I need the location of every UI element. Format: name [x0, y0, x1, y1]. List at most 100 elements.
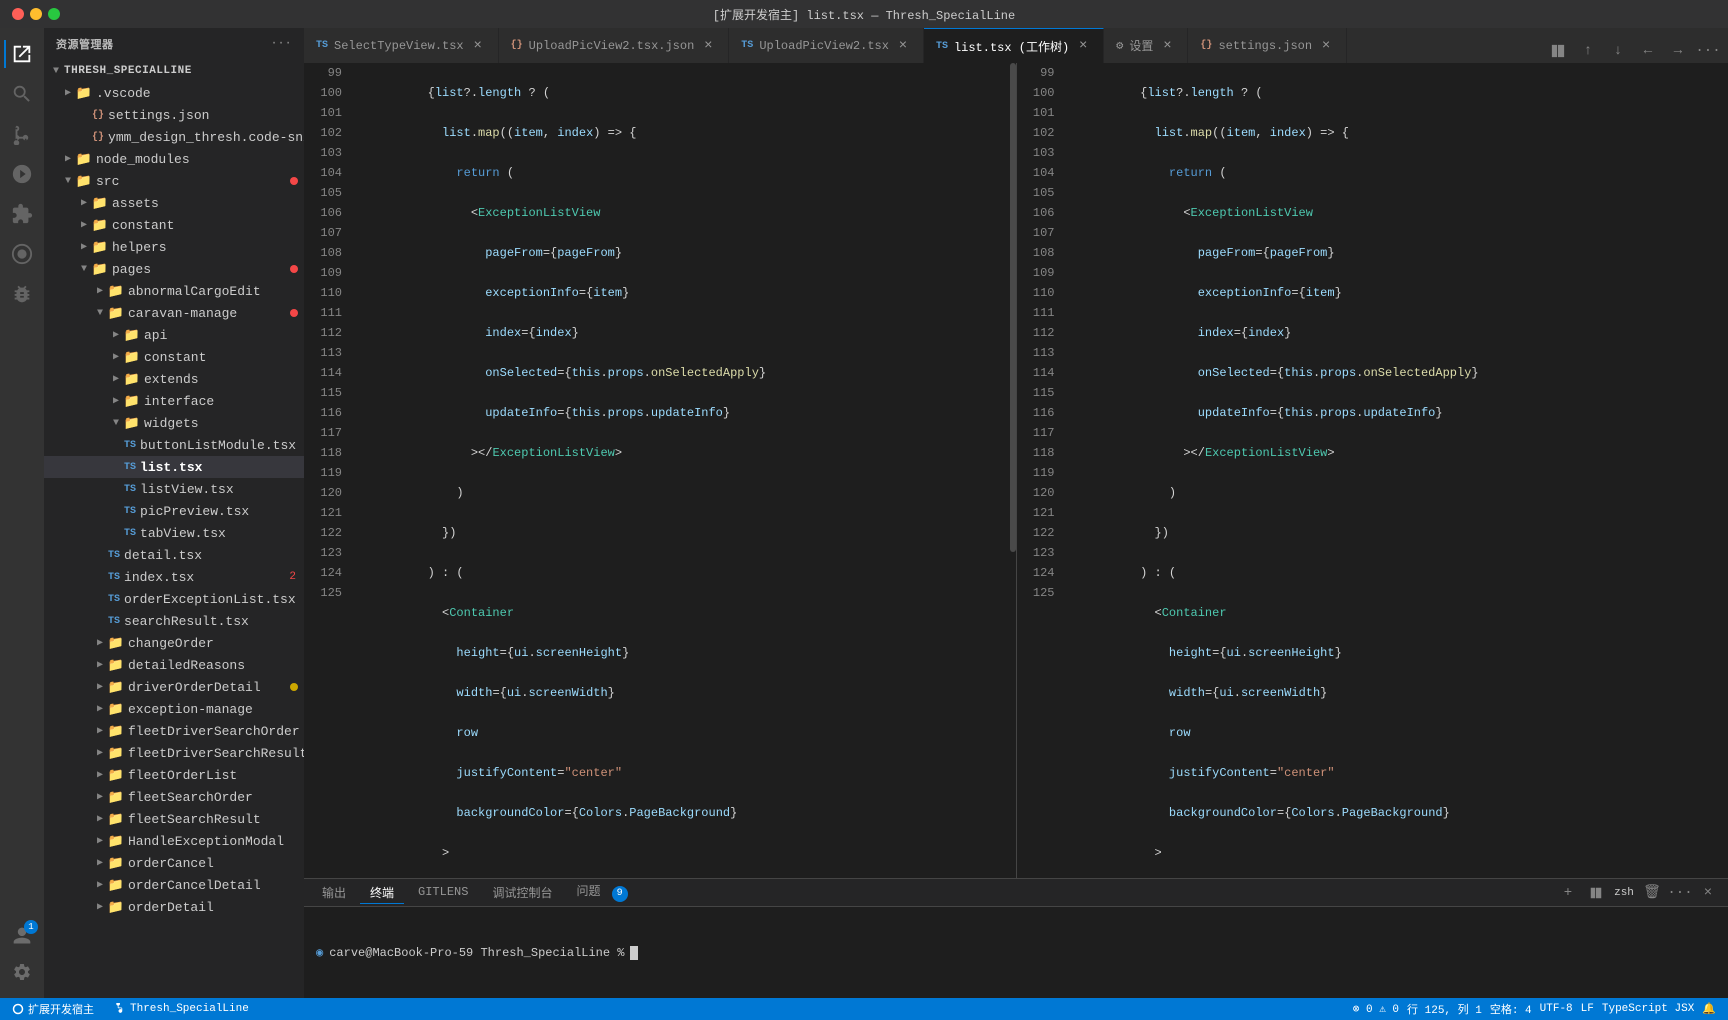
- sidebar-item-abnormal-cargo[interactable]: ▶ 📁 abnormalCargoEdit: [44, 280, 304, 302]
- activity-icon-explorer[interactable]: [4, 36, 40, 72]
- status-spaces[interactable]: 空格: 4: [1486, 998, 1536, 1020]
- sidebar-item-order-exception[interactable]: TS orderExceptionList.tsx: [44, 588, 304, 610]
- terminal-more-button[interactable]: ···: [1668, 881, 1692, 905]
- new-terminal-button[interactable]: +: [1556, 881, 1580, 905]
- status-errors[interactable]: ⊗ 0 ⚠ 0: [1349, 998, 1403, 1020]
- go-back-button[interactable]: ←: [1636, 39, 1660, 63]
- sidebar-item-src[interactable]: ▼ 📁 src: [44, 170, 304, 192]
- minimize-button[interactable]: [30, 8, 42, 20]
- split-editor-button[interactable]: [1546, 39, 1570, 63]
- fleet-driver-search-order-label: fleetDriverSearchOrder: [128, 724, 304, 739]
- editor-scrollbar-right[interactable]: [1720, 63, 1728, 878]
- sidebar-item-search-result[interactable]: TS searchResult.tsx: [44, 610, 304, 632]
- tab-close-settings-json[interactable]: ×: [1318, 38, 1334, 54]
- tab-settings-json[interactable]: {} settings.json ×: [1188, 28, 1347, 63]
- sidebar-item-list-tsx[interactable]: TS list.tsx: [44, 456, 304, 478]
- sidebar-content[interactable]: ▼ THRESH_SPECIALLINE ▶ 📁 .vscode {} sett…: [44, 60, 304, 998]
- tab-upload-pic-view[interactable]: TS UploadPicView2.tsx ×: [729, 28, 924, 63]
- nav-up-button[interactable]: ↑: [1576, 39, 1600, 63]
- go-forward-button[interactable]: →: [1666, 39, 1690, 63]
- code-area-right[interactable]: 99 100 101 102 103 104 105 106 107 108 1…: [1017, 63, 1728, 878]
- tab-settings[interactable]: ⚙ 设置 ×: [1104, 28, 1188, 63]
- sidebar-item-fleet-driver-search-result[interactable]: ▶ 📁 fleetDriverSearchResult: [44, 742, 304, 764]
- sidebar-item-api[interactable]: ▶ 📁 api: [44, 324, 304, 346]
- editor-scrollbar-left[interactable]: [1008, 63, 1016, 878]
- activity-icon-source-control[interactable]: [4, 116, 40, 152]
- nav-down-button[interactable]: ↓: [1606, 39, 1630, 63]
- activity-icon-extensions[interactable]: [4, 196, 40, 232]
- sidebar-header-actions[interactable]: ···: [271, 38, 292, 50]
- sidebar-item-pages[interactable]: ▼ 📁 pages: [44, 258, 304, 280]
- status-language[interactable]: TypeScript JSX: [1598, 998, 1698, 1020]
- terminal-split-button[interactable]: [1584, 881, 1608, 905]
- terminal-close-panel-button[interactable]: ×: [1696, 881, 1720, 905]
- tab-list-tsx[interactable]: TS list.tsx (工作树) ×: [924, 28, 1104, 63]
- more-actions-button[interactable]: ···: [1696, 39, 1720, 63]
- sidebar-item-caravan-manage[interactable]: ▼ 📁 caravan-manage: [44, 302, 304, 324]
- tab-close-upload-view[interactable]: ×: [895, 38, 911, 54]
- terminal-trash-button[interactable]: 🗑: [1640, 881, 1664, 905]
- sidebar-item-pic-preview[interactable]: TS picPreview.tsx: [44, 500, 304, 522]
- sidebar-item-handle-exception-modal[interactable]: ▶ 📁 HandleExceptionModal: [44, 830, 304, 852]
- maximize-button[interactable]: [48, 8, 60, 20]
- activity-icon-remote[interactable]: [4, 236, 40, 272]
- sidebar-item-settings-json[interactable]: {} settings.json: [44, 104, 304, 126]
- sidebar-item-order-detail[interactable]: ▶ 📁 orderDetail: [44, 896, 304, 918]
- sidebar-item-interface[interactable]: ▶ 📁 interface: [44, 390, 304, 412]
- sidebar-item-fleet-search-result[interactable]: ▶ 📁 fleetSearchResult: [44, 808, 304, 830]
- tab-close-settings[interactable]: ×: [1159, 38, 1175, 54]
- status-feedback[interactable]: 🔔: [1698, 998, 1720, 1020]
- activity-icon-settings[interactable]: [4, 954, 40, 990]
- editor-pane-left: 99 100 101 102 103 104 105 106 107 108 1…: [304, 63, 1016, 878]
- sidebar-item-detailed-reasons[interactable]: ▶ 📁 detailedReasons: [44, 654, 304, 676]
- tab-close-list[interactable]: ×: [1075, 38, 1091, 54]
- tab-select-type-view[interactable]: TS SelectTypeView.tsx ×: [304, 28, 499, 63]
- sidebar-item-fleet-driver-search-order[interactable]: ▶ 📁 fleetDriverSearchOrder: [44, 720, 304, 742]
- terminal-tab-problems[interactable]: 问题 9: [566, 880, 637, 905]
- tab-close-select-type[interactable]: ×: [470, 38, 486, 54]
- tab-close-upload-json[interactable]: ×: [700, 38, 716, 54]
- sidebar-item-extends[interactable]: ▶ 📁 extends: [44, 368, 304, 390]
- sidebar-item-order-cancel-detail[interactable]: ▶ 📁 orderCancelDetail: [44, 874, 304, 896]
- sidebar-item-change-order[interactable]: ▶ 📁 changeOrder: [44, 632, 304, 654]
- status-encoding[interactable]: UTF-8: [1536, 998, 1577, 1020]
- code-area-left[interactable]: 99 100 101 102 103 104 105 106 107 108 1…: [304, 63, 1016, 878]
- sidebar-item-ymm-snippets[interactable]: {} ymm_design_thresh.code-snippets: [44, 126, 304, 148]
- close-button[interactable]: [12, 8, 24, 20]
- window-controls[interactable]: [12, 8, 60, 20]
- sidebar-item-constant[interactable]: ▶ 📁 constant: [44, 214, 304, 236]
- sidebar-item-exception-manage[interactable]: ▶ 📁 exception-manage: [44, 698, 304, 720]
- sidebar-item-vscode[interactable]: ▶ 📁 .vscode: [44, 82, 304, 104]
- sidebar-item-fleet-order-list[interactable]: ▶ 📁 fleetOrderList: [44, 764, 304, 786]
- sidebar-item-constant2[interactable]: ▶ 📁 constant: [44, 346, 304, 368]
- sidebar-item-widgets[interactable]: ▼ 📁 widgets: [44, 412, 304, 434]
- activity-icon-debug[interactable]: [4, 276, 40, 312]
- terminal-tab-terminal[interactable]: 终端: [360, 882, 404, 904]
- sidebar-item-project-root[interactable]: ▼ THRESH_SPECIALLINE: [44, 60, 304, 82]
- sidebar-item-list-view[interactable]: TS listView.tsx: [44, 478, 304, 500]
- sidebar-item-fleet-search-order[interactable]: ▶ 📁 fleetSearchOrder: [44, 786, 304, 808]
- sidebar-item-detail-tsx[interactable]: TS detail.tsx: [44, 544, 304, 566]
- sidebar-item-order-cancel[interactable]: ▶ 📁 orderCancel: [44, 852, 304, 874]
- status-eol[interactable]: LF: [1577, 998, 1598, 1020]
- sidebar-item-helpers[interactable]: ▶ 📁 helpers: [44, 236, 304, 258]
- terminal-tab-debug-console[interactable]: 调试控制台: [482, 882, 562, 904]
- terminal-tab-gitlens[interactable]: GITLENS: [408, 883, 478, 902]
- status-branch[interactable]: Thresh_SpecialLine: [110, 998, 253, 1020]
- tab-upload-pic-json[interactable]: {} UploadPicView2.tsx.json ×: [499, 28, 730, 63]
- status-line-col[interactable]: 行 125, 列 1: [1403, 998, 1486, 1020]
- sidebar-item-assets[interactable]: ▶ 📁 assets: [44, 192, 304, 214]
- sidebar-item-tab-view[interactable]: TS tabView.tsx: [44, 522, 304, 544]
- terminal-tab-output[interactable]: 输出: [312, 882, 356, 904]
- status-remote[interactable]: 扩展开发宿主: [8, 998, 98, 1020]
- sidebar-item-driver-order-detail[interactable]: ▶ 📁 driverOrderDetail: [44, 676, 304, 698]
- terminal-content[interactable]: ◉ carve@MacBook-Pro-59 Thresh_SpecialLin…: [304, 907, 1728, 998]
- sidebar-item-button-list[interactable]: TS buttonListModule.tsx: [44, 434, 304, 456]
- activity-icon-accounts[interactable]: 1: [4, 918, 40, 954]
- node-modules-label: node_modules: [96, 152, 304, 167]
- sidebar-more-icon[interactable]: ···: [271, 38, 292, 50]
- activity-icon-run[interactable]: [4, 156, 40, 192]
- sidebar-item-index-tsx[interactable]: TS index.tsx 2: [44, 566, 304, 588]
- activity-icon-search[interactable]: [4, 76, 40, 112]
- sidebar-item-node-modules[interactable]: ▶ 📁 node_modules: [44, 148, 304, 170]
